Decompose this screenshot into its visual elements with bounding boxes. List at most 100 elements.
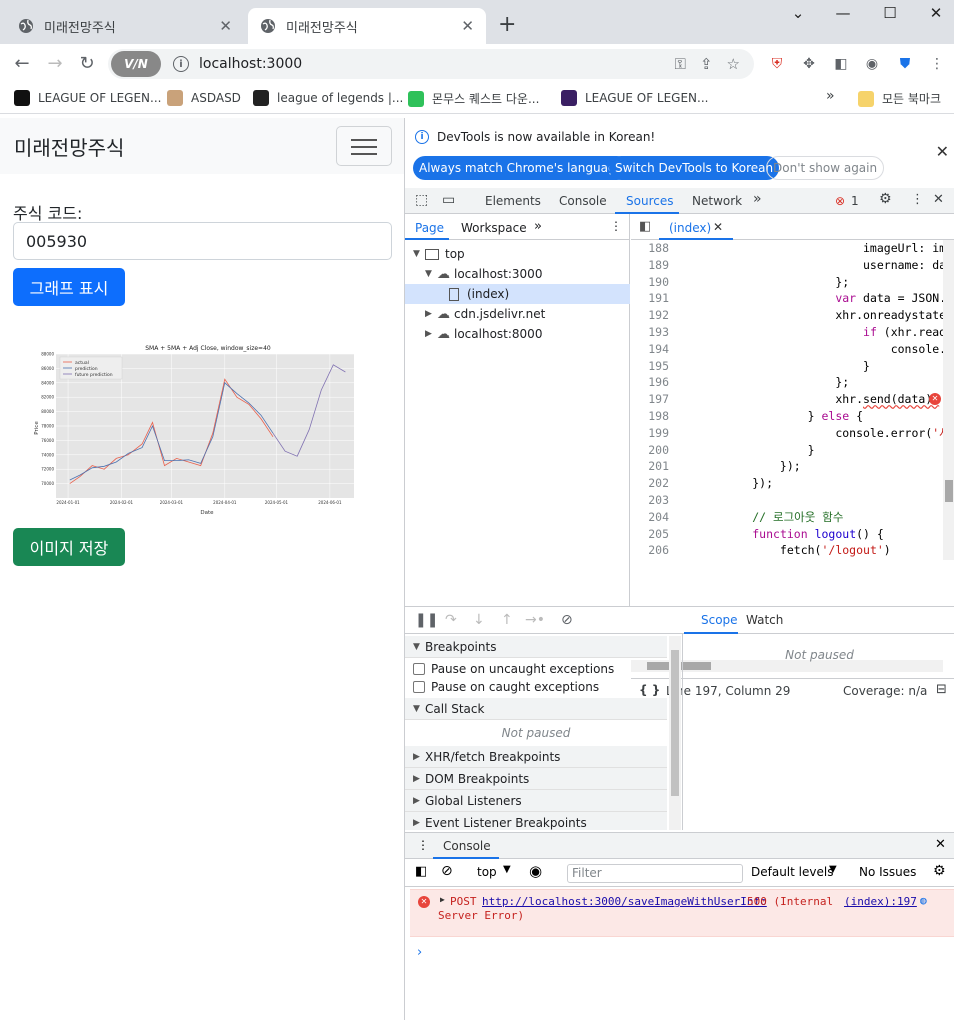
error-count[interactable]: 1 [851,194,859,208]
line-number[interactable]: 204 [631,509,669,526]
browser-tab-active[interactable]: 미래전망주식 ✕ [248,8,486,44]
reload-icon[interactable]: ↻ [75,52,99,76]
line-number[interactable]: 202 [631,475,669,492]
tree-item-index[interactable]: (index) [405,284,630,304]
pause-icon[interactable]: ❚❚ [415,612,438,628]
line-number[interactable]: 192 [631,307,669,324]
always-match-language-button[interactable]: Always match Chrome's language [413,156,629,180]
line-number[interactable]: 190 [631,274,669,291]
code-line[interactable]: 190 }; [631,274,943,291]
code-line[interactable]: 193 if (xhr.readyS [631,324,954,341]
event-listener-breakpoints-header[interactable]: ▶ Event Listener Breakpoints [405,812,667,830]
sidebar-scrollbar[interactable] [669,636,681,830]
code-line[interactable]: 201 }); [631,458,943,475]
tab-elements[interactable]: Elements [485,194,541,208]
code-area[interactable]: 188 imageUrl: imgU 189 username: data 190 … [631,240,954,560]
console-error-message[interactable]: ✕ ▶ POST http://localhost:3000/saveImage… [410,889,954,937]
maximize-button[interactable]: ☐ [872,4,908,22]
code-line[interactable]: 196 }; [631,374,943,391]
code-line[interactable]: 203 [631,492,943,509]
code-line[interactable]: 188 imageUrl: imgU [631,240,954,257]
close-drawer-icon[interactable]: ✕ [935,837,946,852]
live-expression-eye-icon[interactable]: ◉ [529,862,542,880]
checkbox[interactable] [413,681,425,693]
back-icon[interactable]: ← [10,52,34,76]
tab-close-icon[interactable]: ✕ [461,17,474,35]
toggle-navigator-icon[interactable]: ◧ [639,219,651,234]
console-prompt-input[interactable]: › [417,945,422,960]
xhr-breakpoints-header[interactable]: ▶ XHR/fetch Breakpoints [405,746,667,768]
tab-search-icon[interactable]: ⌄ [780,4,816,22]
scroll-thumb[interactable] [671,650,679,796]
navigator-menu-icon[interactable]: ⋮ [610,219,622,233]
more-tabs-icon[interactable]: » [753,191,762,207]
expand-triangle-icon[interactable]: ▶ [440,895,445,904]
issues-counter[interactable]: No Issues [859,865,916,879]
tab-sources[interactable]: Sources [626,194,673,208]
extension-shield-icon[interactable]: ⛨ [768,55,786,73]
code-line[interactable]: 199 console.error('사용 [631,425,954,442]
line-number[interactable]: 191 [631,290,669,307]
menu-kebab-icon[interactable]: ⋮ [928,55,946,73]
extensions-puzzle-icon[interactable]: ✥ [800,55,818,73]
code-line[interactable]: 205 function logout() { [631,526,943,543]
close-file-tab-icon[interactable]: ✕ [713,220,723,234]
browser-tab[interactable]: 미래전망주식 ✕ [6,8,244,44]
site-info-icon[interactable]: i [173,56,189,72]
code-line[interactable]: 192 xhr.onreadystatech [631,307,954,324]
error-source-link[interactable]: (index):197 [844,895,917,908]
line-number[interactable]: 197 [631,391,669,408]
code-line[interactable]: 191 var data = JSON.st [631,290,954,307]
more-subtabs-icon[interactable]: » [534,219,542,234]
drawer-tab-console[interactable]: Console [443,839,491,853]
tree-item-top[interactable]: ▼ top [405,244,630,264]
step-over-icon[interactable]: ↷ [445,612,457,628]
bookmark-item[interactable]: LEAGUE OF LEGEN... [14,90,161,106]
line-number[interactable]: 195 [631,358,669,375]
vpn-badge[interactable]: V/N [111,51,161,77]
device-toolbar-icon[interactable]: ▭ [442,192,455,208]
console-settings-gear-icon[interactable]: ⚙ [933,863,946,879]
code-line[interactable]: 189 username: data [631,257,954,274]
dom-breakpoints-header[interactable]: ▶ DOM Breakpoints [405,768,667,790]
line-number[interactable]: 199 [631,425,669,442]
bookmark-item[interactable]: 몬무스 퀘스트 다운... [408,90,539,107]
line-number[interactable]: 188 [631,240,669,257]
show-graph-button[interactable]: 그래프 표시 [13,268,125,306]
line-number[interactable]: 201 [631,458,669,475]
editor-file-tab[interactable]: (index) [669,221,711,235]
dont-show-again-button[interactable]: Don't show again [766,156,885,180]
console-filter-input[interactable]: Filter [567,864,743,883]
scroll-thumb[interactable] [945,480,953,502]
code-line[interactable]: 194 console.lo [631,341,954,358]
code-line[interactable]: 200 } [631,442,943,459]
key-icon[interactable]: ⚿ [675,55,686,73]
line-number[interactable]: 205 [631,526,669,543]
all-bookmarks-folder[interactable]: 모든 북마크 [858,90,941,107]
context-selector[interactable]: top [477,865,497,879]
save-image-button[interactable]: 이미지 저장 [13,528,125,566]
tab-close-icon[interactable]: ✕ [219,17,232,35]
side-panel-icon[interactable]: ◧ [832,55,850,73]
step-out-icon[interactable]: ↑ [501,612,513,628]
url-text[interactable]: localhost:3000 [199,56,675,72]
subtab-workspace[interactable]: Workspace [461,221,527,235]
switch-to-korean-button[interactable]: Switch DevTools to Korean [609,156,780,180]
infobar-close-icon[interactable]: ✕ [936,142,949,161]
navbar-toggler-button[interactable] [336,126,392,166]
tab-console[interactable]: Console [559,194,607,208]
code-line[interactable]: 195 } [631,358,943,375]
code-line[interactable]: 204 // 로그아웃 함수 [631,509,943,526]
line-number[interactable]: 198 [631,408,669,425]
callstack-section-header[interactable]: ▼ Call Stack [405,698,667,720]
share-icon[interactable]: ⇪ [700,55,713,73]
forward-icon[interactable]: → [43,52,67,76]
step-into-icon[interactable]: ↓ [473,612,485,628]
error-count-icon[interactable]: ⊗ [835,194,845,208]
line-number[interactable]: 193 [631,324,669,341]
bookmarks-more-button[interactable]: » [826,88,835,104]
tree-item-cdn[interactable]: ▶ ☁ cdn.jsdelivr.net [405,304,630,324]
console-sidebar-icon[interactable]: ◧ [415,864,427,879]
pause-caught-option[interactable]: Pause on caught exceptions [405,676,667,698]
line-number[interactable]: 203 [631,492,669,509]
